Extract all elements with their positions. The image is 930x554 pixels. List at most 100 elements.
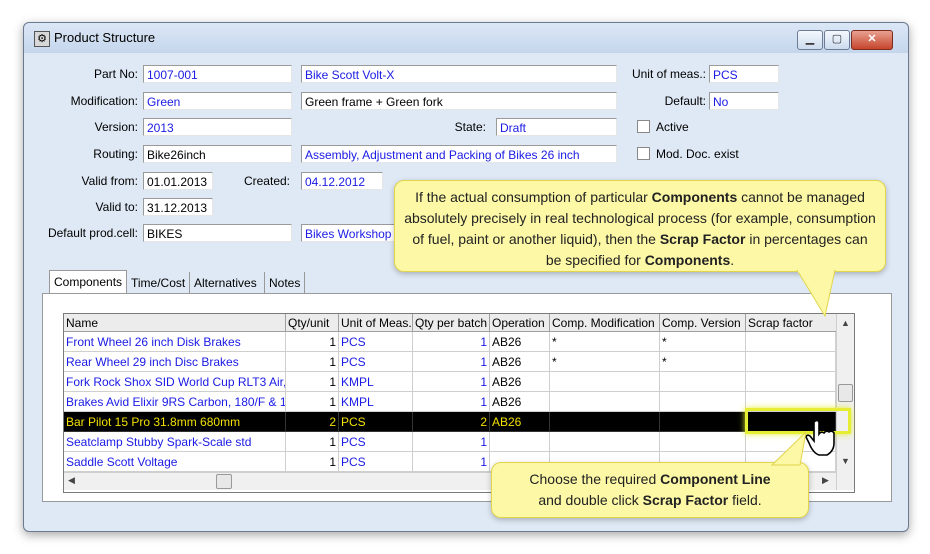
col-header-qty-per-batch[interactable]: Qty per batch (413, 314, 490, 332)
cell-unit[interactable]: KMPL (339, 392, 413, 412)
cell-name[interactable]: Brakes Avid Elixir 9RS Carbon, 180/F & 1… (64, 392, 286, 412)
cell-unit[interactable]: PCS (339, 332, 413, 352)
cell-unit[interactable]: PCS (339, 412, 413, 432)
mod-doc-checkbox[interactable]: Mod. Doc. exist (637, 145, 739, 163)
tab-time-cost[interactable]: Time/Cost (126, 272, 189, 294)
cell-op[interactable]: AB26 (490, 352, 550, 372)
cell-batch[interactable]: 1 (413, 372, 490, 392)
col-header-unit-of-meas[interactable]: Unit of Meas. (339, 314, 413, 332)
cell-unit[interactable]: KMPL (339, 372, 413, 392)
cell-ver[interactable]: * (660, 332, 746, 352)
cell-op[interactable]: AB26 (490, 372, 550, 392)
modification-desc-field[interactable]: Green frame + Green fork (301, 92, 617, 110)
cell-qty[interactable]: 1 (286, 372, 339, 392)
cell-batch[interactable]: 1 (413, 432, 490, 452)
cell-ver[interactable] (660, 392, 746, 412)
cell-ver[interactable]: * (660, 352, 746, 372)
minimize-button[interactable]: ▁ (797, 30, 823, 50)
col-header-name[interactable]: Name (64, 314, 286, 332)
cell-mod[interactable] (550, 432, 660, 452)
cell-mod[interactable] (550, 392, 660, 412)
cell-op[interactable]: AB26 (490, 412, 550, 432)
cell-ver[interactable] (660, 432, 746, 452)
valid-to-field[interactable]: 31.12.2013 (143, 198, 213, 216)
state-field[interactable]: Draft (496, 118, 617, 136)
cell-qty[interactable]: 1 (286, 432, 339, 452)
scroll-right-icon[interactable]: ▶ (822, 475, 829, 486)
cell-op[interactable]: AB26 (490, 332, 550, 352)
cell-name[interactable]: Rear Wheel 29 inch Disc Brakes (64, 352, 286, 372)
cell-qty[interactable]: 1 (286, 332, 339, 352)
close-button[interactable]: ✕ (851, 30, 893, 50)
valid-from-field[interactable]: 01.01.2013 (143, 172, 213, 190)
cell-name[interactable]: Saddle Scott Voltage (64, 452, 286, 472)
tab-alternatives[interactable]: Alternatives (189, 272, 261, 294)
active-checkbox[interactable]: Active (637, 118, 689, 136)
cell-ver[interactable] (660, 372, 746, 392)
cell-name[interactable]: Bar Pilot 15 Pro 31.8mm 680mm (64, 412, 286, 432)
version-field[interactable]: 2013 (143, 118, 292, 136)
callout-text: Choose the required (529, 471, 661, 487)
routing-field[interactable]: Bike26inch (143, 145, 292, 163)
table-row[interactable]: Fork Rock Shox SID World Cup RLT3 Air, 1 K… (64, 372, 847, 392)
cell-unit[interactable]: PCS (339, 352, 413, 372)
cell-scrap[interactable] (746, 352, 836, 372)
cell-mod[interactable]: * (550, 332, 660, 352)
cell-op[interactable] (490, 432, 550, 452)
modification-label: Modification: (70, 94, 138, 108)
table-row[interactable]: Seatclamp Stubby Spark-Scale std 1 PCS 1 (64, 432, 847, 452)
cell-op[interactable]: AB26 (490, 392, 550, 412)
cell-batch[interactable]: 1 (413, 352, 490, 372)
vertical-scrollbar[interactable]: ▲ ▼ (836, 314, 854, 490)
table-row[interactable]: Front Wheel 26 inch Disk Brakes 1 PCS 1 AB26… (64, 332, 847, 352)
prod-cell-field[interactable]: BIKES (143, 224, 292, 242)
cell-qty[interactable]: 1 (286, 352, 339, 372)
cell-batch[interactable]: 1 (413, 392, 490, 412)
col-header-comp-modification[interactable]: Comp. Modification (550, 314, 660, 332)
cell-mod[interactable] (550, 372, 660, 392)
col-header-comp-version[interactable]: Comp. Version (660, 314, 746, 332)
table-row[interactable]: Brakes Avid Elixir 9RS Carbon, 180/F & 1… (64, 392, 847, 412)
cell-qty[interactable]: 1 (286, 452, 339, 472)
col-header-qty-unit[interactable]: Qty/unit (286, 314, 339, 332)
cell-mod[interactable] (550, 412, 660, 432)
cell-qty[interactable]: 2 (286, 412, 339, 432)
cell-scrap[interactable] (746, 332, 836, 352)
cell-ver[interactable] (660, 412, 746, 432)
cell-batch[interactable]: 1 (413, 332, 490, 352)
unit-field[interactable]: PCS (709, 65, 779, 83)
cell-name[interactable]: Fork Rock Shox SID World Cup RLT3 Air, (64, 372, 286, 392)
modification-field[interactable]: Green (143, 92, 292, 110)
cell-unit[interactable]: PCS (339, 432, 413, 452)
cell-unit[interactable]: PCS (339, 452, 413, 472)
part-name-field[interactable]: Bike Scott Volt-X (301, 65, 617, 83)
cell-mod[interactable]: * (550, 352, 660, 372)
vertical-scroll-thumb[interactable] (838, 384, 853, 402)
prod-cell-desc-field[interactable]: Bikes Workshop (301, 224, 401, 242)
default-field[interactable]: No (709, 92, 779, 110)
col-header-operation[interactable]: Operation (490, 314, 550, 332)
scroll-left-icon[interactable]: ◀ (68, 475, 75, 486)
scroll-down-icon[interactable]: ▼ (841, 456, 850, 466)
cell-qty[interactable]: 1 (286, 392, 339, 412)
cell-name[interactable]: Front Wheel 26 inch Disk Brakes (64, 332, 286, 352)
part-no-field[interactable]: 1007-001 (143, 65, 292, 83)
cell-name[interactable]: Seatclamp Stubby Spark-Scale std (64, 432, 286, 452)
cell-batch[interactable]: 2 (413, 412, 490, 432)
horizontal-scroll-thumb[interactable] (216, 474, 232, 489)
tab-notes[interactable]: Notes (264, 272, 306, 294)
callout-bold: Components (651, 189, 738, 205)
routing-desc-field[interactable]: Assembly, Adjustment and Packing of Bike… (301, 145, 617, 163)
created-field[interactable]: 04.12.2012 (301, 172, 383, 190)
valid-to-label: Valid to: (95, 200, 138, 214)
app-icon: ⚙ (34, 31, 50, 47)
tab-components[interactable]: Components (49, 270, 128, 293)
active-label: Active (656, 120, 689, 134)
maximize-button[interactable]: ▢ (824, 30, 850, 50)
table-row[interactable]: Rear Wheel 29 inch Disc Brakes 1 PCS 1 AB26 *… (64, 352, 847, 372)
table-row-selected[interactable]: Bar Pilot 15 Pro 31.8mm 680mm 2 PCS 2 AB26 (64, 412, 847, 432)
mod-doc-label: Mod. Doc. exist (656, 147, 739, 161)
cell-batch[interactable]: 1 (413, 452, 490, 472)
cell-scrap[interactable] (746, 372, 836, 392)
callout-bold: Scrap Factor (642, 492, 729, 508)
